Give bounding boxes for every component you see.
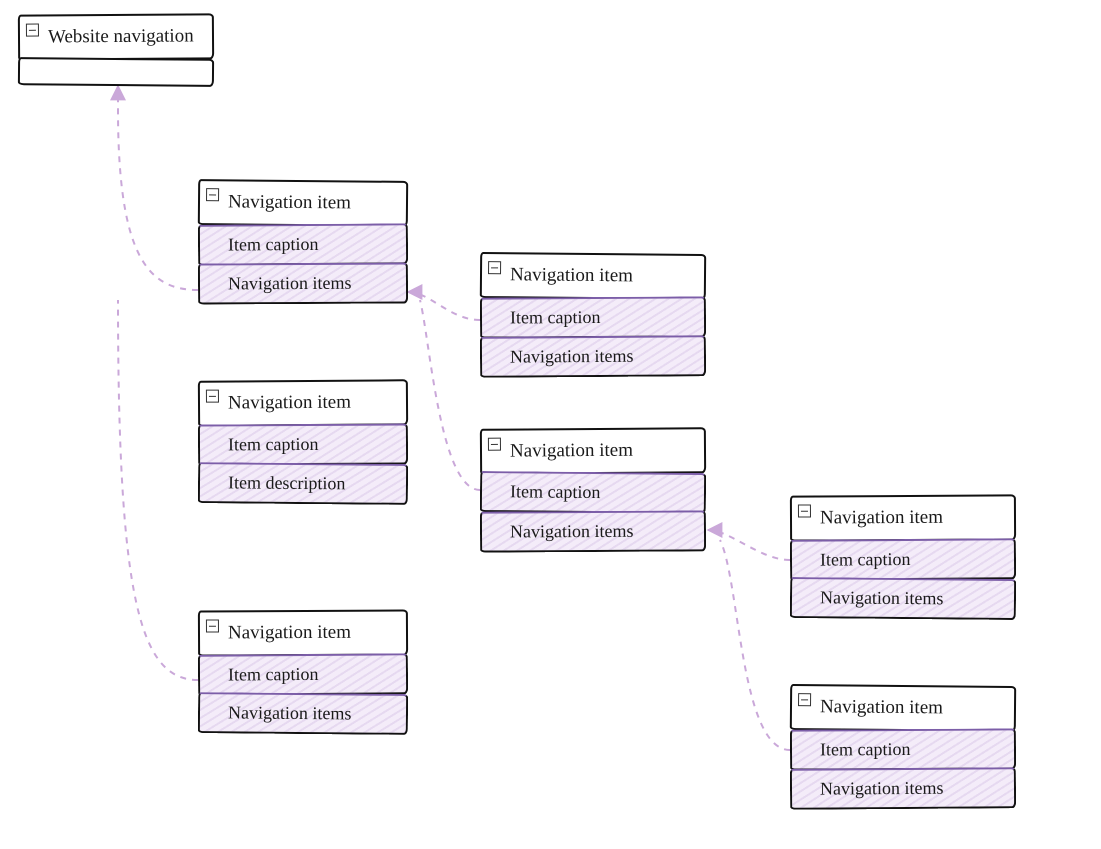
header-label: Website navigation: [48, 25, 194, 47]
collapse-icon[interactable]: [798, 504, 811, 517]
node-nav-item-1b[interactable]: Navigation item Item caption Navigation …: [480, 428, 706, 552]
node-header: Navigation item: [480, 252, 706, 300]
node-nav-item-3[interactable]: Navigation item Item caption Navigation …: [198, 610, 408, 734]
attr-row: Navigation items: [198, 263, 408, 305]
attr-label: Item caption: [510, 482, 601, 503]
header-label: Navigation item: [510, 440, 633, 462]
attr-label: Navigation items: [820, 587, 944, 608]
node-header: Website navigation: [18, 13, 214, 61]
node-website-navigation[interactable]: Website navigation: [18, 14, 214, 86]
attr-row: Navigation items: [480, 511, 706, 553]
connector-n1b2-to-n1b: [720, 540, 790, 750]
attr-row: Navigation items: [790, 767, 1016, 809]
header-label: Navigation item: [820, 696, 943, 718]
node-empty-body: [18, 58, 214, 88]
attr-label: Item caption: [228, 434, 319, 454]
attr-row: Navigation items: [480, 335, 706, 377]
attr-row: Navigation items: [790, 577, 1016, 620]
node-header: Navigation item: [198, 179, 408, 227]
attr-row: Item caption: [198, 224, 408, 266]
collapse-icon[interactable]: [206, 390, 219, 403]
header-label: Navigation item: [820, 507, 943, 529]
node-header: Navigation item: [790, 494, 1016, 542]
attr-label: Item caption: [228, 664, 319, 685]
attr-row: Item caption: [790, 729, 1016, 771]
attr-label: Item description: [228, 473, 346, 494]
collapse-icon[interactable]: [488, 261, 501, 274]
collapse-icon[interactable]: [798, 693, 811, 706]
collapse-icon[interactable]: [26, 24, 39, 37]
attr-row: Item caption: [198, 424, 408, 466]
attr-row: Item caption: [790, 539, 1016, 581]
attr-label: Item caption: [228, 234, 319, 255]
connector-n1a-to-n1: [408, 292, 480, 320]
attr-label: Item caption: [820, 739, 911, 759]
attr-label: Navigation items: [228, 273, 352, 294]
header-label: Navigation item: [228, 392, 351, 414]
node-nav-item-1b1[interactable]: Navigation item Item caption Navigation …: [790, 495, 1016, 619]
header-label: Navigation item: [228, 191, 351, 213]
collapse-icon[interactable]: [206, 619, 219, 632]
attr-label: Navigation items: [510, 346, 634, 367]
node-header: Navigation item: [790, 684, 1016, 732]
header-label: Navigation item: [228, 622, 351, 644]
attr-row: Navigation items: [198, 692, 408, 735]
connector-n1b1-to-n1b: [708, 530, 790, 560]
attr-label: Item caption: [820, 549, 911, 570]
node-nav-item-1b2[interactable]: Navigation item Item caption Navigation …: [790, 685, 1016, 809]
attr-label: Navigation items: [228, 703, 352, 724]
attr-row: Item caption: [480, 471, 706, 514]
attr-row: Item caption: [198, 654, 408, 696]
diagram-canvas: Website navigation Navigation item Item …: [0, 0, 1101, 849]
node-header: Navigation item: [480, 427, 706, 475]
attr-label: Navigation items: [820, 778, 944, 799]
node-nav-item-1a[interactable]: Navigation item Item caption Navigation …: [480, 253, 706, 377]
node-header: Navigation item: [198, 379, 408, 427]
node-nav-item-2[interactable]: Navigation item Item caption Item descri…: [198, 380, 408, 504]
node-nav-item-1[interactable]: Navigation item Item caption Navigation …: [198, 180, 408, 304]
header-label: Navigation item: [510, 264, 633, 286]
connector-n3-to-root: [118, 300, 198, 680]
connector-n1b-to-n1: [420, 300, 480, 490]
attr-row: Item description: [198, 462, 408, 505]
attr-row: Item caption: [480, 297, 706, 339]
node-header: Navigation item: [198, 609, 408, 656]
collapse-icon[interactable]: [206, 188, 219, 201]
attr-label: Navigation items: [510, 521, 634, 542]
collapse-icon[interactable]: [488, 438, 501, 451]
attr-label: Item caption: [510, 307, 601, 327]
connector-n1-to-root: [118, 86, 198, 290]
